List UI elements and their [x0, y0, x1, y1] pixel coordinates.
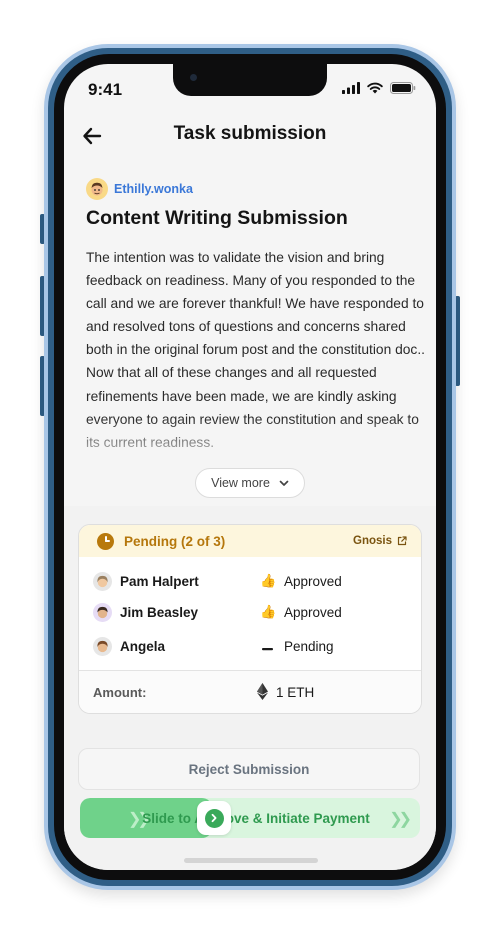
reviewer-avatar: [93, 602, 112, 622]
wifi-icon: [367, 82, 383, 94]
reviewer-avatar: [93, 571, 112, 591]
chevron-down-icon: [279, 480, 289, 486]
approval-status-bar: Pending (2 of 3) Gnosis: [79, 525, 421, 557]
ethereum-icon: [257, 683, 268, 700]
approval-card: Pending (2 of 3) Gnosis Pam Halpert 👍 Ap…: [78, 524, 422, 714]
chevron-right-icon: [204, 808, 224, 828]
notch: [173, 64, 327, 96]
dash-icon: [260, 639, 276, 654]
thumbs-up-icon: 👍: [260, 573, 277, 588]
gnosis-link-label: Gnosis: [353, 535, 392, 547]
reviewer-row: Jim Beasley 👍 Approved: [93, 600, 413, 624]
slider-label-wrap: Slide to Approve & Initiate Payment: [80, 798, 420, 838]
page-title: Task submission: [173, 123, 327, 144]
view-more-label: View more: [211, 476, 270, 490]
view-more-button[interactable]: View more: [195, 468, 305, 498]
external-link-icon: [397, 536, 407, 546]
reviewer-row: Pam Halpert 👍 Approved: [93, 569, 413, 593]
reviewer-status: Pending: [284, 638, 334, 654]
reviewer-avatar: [93, 636, 112, 656]
reviewer-name: Jim Beasley: [120, 604, 199, 620]
reviewer-status: Approved: [284, 604, 342, 620]
reviewer-list: Pam Halpert 👍 Approved Jim Beasley 👍 App…: [79, 557, 421, 669]
double-chevron-right-icon: ❯❯: [389, 811, 412, 828]
slider-label: Slide to Approve & Initiate Payment: [142, 810, 370, 826]
reviewer-status: Approved: [284, 573, 342, 589]
approve-payment-slider[interactable]: ❯❯ Slide to Approve & Initiate Payment ❯…: [80, 798, 420, 838]
author-avatar-icon: [91, 182, 103, 196]
signal-icon: [342, 82, 360, 94]
amount-row: Amount: 1 ETH: [79, 670, 421, 713]
reviewer-avatar-icon: [97, 606, 108, 618]
amount-value: 1 ETH: [276, 684, 315, 700]
gnosis-link[interactable]: Gnosis: [353, 535, 407, 547]
slider-handle[interactable]: [197, 801, 231, 835]
submission-author[interactable]: Ethilly.wonka: [86, 178, 193, 200]
home-indicator[interactable]: [184, 858, 318, 863]
status-icons: [342, 82, 416, 94]
clock-icon: [97, 532, 114, 550]
author-name[interactable]: Ethilly.wonka: [114, 182, 193, 196]
reviewer-name: Angela: [120, 638, 166, 654]
reviewer-avatar-icon: [97, 640, 108, 652]
header: Task submission: [64, 116, 436, 154]
reviewer-row: Angela Pending: [93, 634, 413, 658]
approval-status-label: Pending (2 of 3): [124, 533, 226, 549]
status-time: 9:41: [88, 80, 123, 99]
battery-icon: [390, 82, 416, 94]
amount-label: Amount:: [93, 684, 147, 700]
phone-screen: 9:41 Task submission Ethilly.wonka Conte…: [64, 64, 436, 870]
front-camera: [190, 74, 197, 81]
thumbs-up-icon: 👍: [260, 604, 277, 619]
author-avatar: [86, 178, 108, 200]
reviewer-name: Pam Halpert: [120, 573, 199, 589]
description-paragraph: The intention was to validate the vision…: [86, 250, 426, 358]
reject-submission-button[interactable]: Reject Submission: [78, 748, 420, 790]
submission-title: Content Writing Submission: [86, 207, 348, 229]
reviewer-avatar-icon: [97, 575, 108, 587]
